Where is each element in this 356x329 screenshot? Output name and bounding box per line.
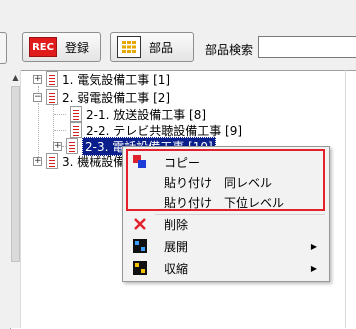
delete-x-icon (133, 217, 147, 231)
tree-node[interactable]: + 1. 電気設備工事 [1] (33, 70, 170, 88)
menu-item-label: 削除 (164, 217, 189, 232)
highlight-annotation-box (126, 149, 325, 211)
document-icon (46, 153, 58, 169)
scroll-up-arrow-icon[interactable]: ▲ (10, 72, 21, 83)
collapse-icon (133, 261, 147, 275)
scrollbar-thumb[interactable] (11, 86, 20, 262)
register-label: 登録 (65, 40, 90, 55)
tree-node-label: 2. 弱電設備工事 [2] (62, 90, 171, 105)
tree-line (54, 130, 66, 131)
document-icon (70, 106, 82, 122)
parts-label: 部品 (149, 40, 174, 55)
parts-search-label: 部品検索 (205, 43, 254, 57)
expand-plus-icon[interactable]: + (53, 141, 62, 151)
tree-node-label: 1. 電気設備工事 [1] (62, 72, 171, 87)
panel-divider (345, 70, 346, 328)
collapse-minus-icon[interactable]: − (33, 92, 42, 102)
menu-item-delete[interactable]: 削除 (123, 213, 329, 235)
tree-node-label: 2-1. 放送設備工事 [8] (86, 107, 207, 122)
submenu-arrow-icon: ▶ (310, 241, 317, 251)
parts-search-input[interactable] (258, 36, 356, 58)
expand-plus-icon[interactable]: + (33, 74, 42, 84)
document-icon (70, 122, 82, 138)
parts-button[interactable]: 部品 (110, 32, 194, 62)
document-icon (46, 71, 58, 87)
register-button[interactable]: REC 登録 (22, 32, 101, 62)
rec-icon: REC (29, 37, 57, 57)
tree-line (38, 103, 39, 159)
expand-icon (133, 239, 147, 253)
submenu-arrow-icon: ▶ (310, 263, 317, 273)
menu-item-collapse[interactable]: 収縮 ▶ (123, 257, 329, 279)
tree-node[interactable]: − 2. 弱電設備工事 [2] (33, 88, 170, 106)
menu-item-label: 展開 (164, 239, 189, 254)
parts-grid-icon (117, 36, 141, 58)
toolbar-button-partial[interactable] (0, 32, 7, 64)
expand-plus-icon[interactable]: + (33, 156, 42, 166)
menu-item-label: 収縮 (164, 261, 189, 276)
menu-item-expand[interactable]: 展開 ▶ (123, 235, 329, 257)
document-icon (46, 89, 58, 105)
tree-line (54, 114, 66, 115)
